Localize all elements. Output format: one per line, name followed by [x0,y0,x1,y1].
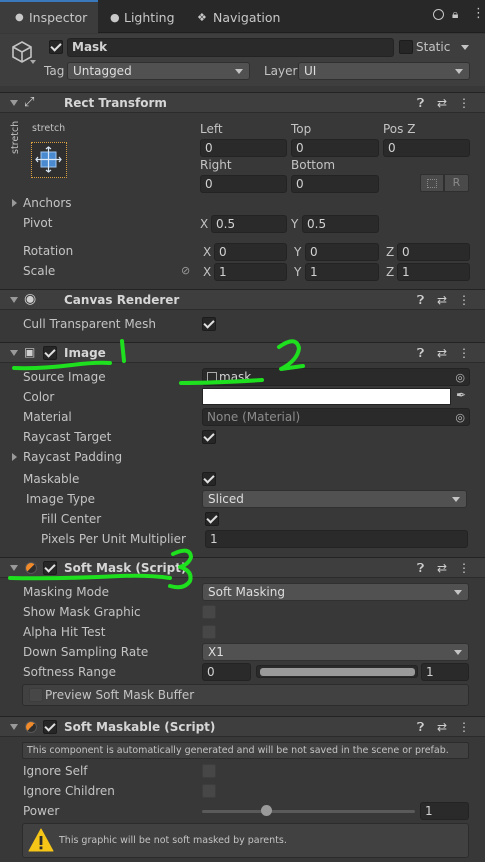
annotation-number-three [168,548,193,590]
inspector-window: ● Inspector ● Lighting ❖ Navigation 🔒︎ ⋮… [0,0,485,862]
annotation-number-one [120,339,126,363]
annotation-overlay [8,339,305,590]
underline-3 [8,573,172,581]
underline-1 [12,360,112,371]
annotation-number-two [277,339,305,371]
underline-2 [179,378,264,385]
